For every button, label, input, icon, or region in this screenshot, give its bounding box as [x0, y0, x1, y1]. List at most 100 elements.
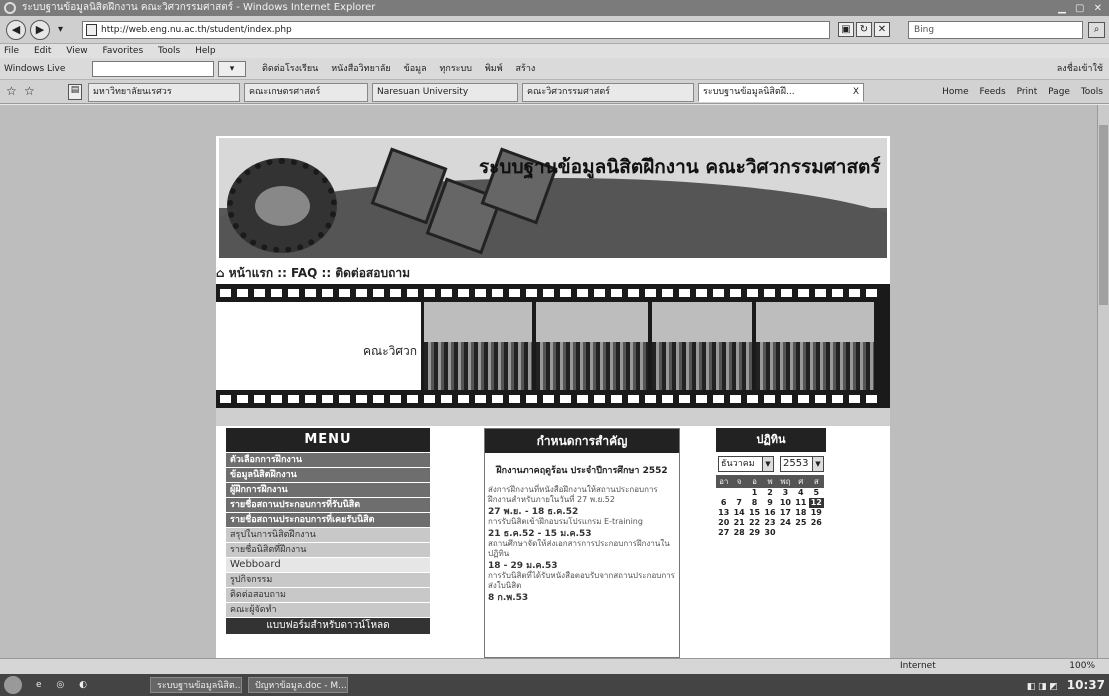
start-button[interactable]: [4, 676, 22, 694]
weekday-header: อ: [746, 475, 763, 488]
live-search-button[interactable]: ▾: [218, 61, 246, 77]
nav-home-link[interactable]: หน้าแรก: [229, 266, 273, 280]
favorites-center-icon[interactable]: ☆: [6, 84, 17, 98]
menu-item[interactable]: รูปกิจกรรม: [226, 573, 430, 587]
month-select[interactable]: ธันวาคม ▼: [718, 456, 774, 472]
menu-view[interactable]: View: [66, 46, 87, 56]
calendar-day[interactable]: 23: [762, 518, 777, 528]
calendar-day[interactable]: 15: [747, 508, 762, 518]
calendar-day[interactable]: 19: [809, 508, 824, 518]
toolbar-link[interactable]: ติดต่อโรงเรียน: [262, 64, 318, 74]
tab-item[interactable]: มหาวิทยาลัยนเรศวร: [88, 83, 240, 102]
search-icon[interactable]: ⌕: [1088, 22, 1105, 38]
menu-item[interactable]: ตัวเลือกการฝึกงาน: [226, 453, 430, 467]
toolbar-link[interactable]: ทุกระบบ: [439, 64, 471, 74]
ie-logo-icon: [4, 2, 16, 14]
calendar-day[interactable]: 4: [793, 488, 808, 498]
menu-tools[interactable]: Tools: [158, 46, 180, 56]
menu-item[interactable]: ผู้ฝึกการฝึกงาน: [226, 483, 430, 497]
calendar-day[interactable]: 13: [716, 508, 731, 518]
calendar-day[interactable]: 2: [762, 488, 777, 498]
menu-favorites[interactable]: Favorites: [102, 46, 143, 56]
home-button[interactable]: Home: [942, 87, 969, 97]
close-tab-icon[interactable]: X: [853, 84, 859, 101]
calendar-day[interactable]: 1: [747, 488, 762, 498]
menu-item[interactable]: รายชื่อสถานประกอบการที่เคยรับนิสิต: [226, 513, 430, 527]
vertical-scrollbar[interactable]: [1097, 105, 1109, 658]
compat-view-icon[interactable]: ▣: [838, 22, 854, 37]
taskbar-button[interactable]: ระบบฐานข้อมูลนิสิต...: [150, 677, 242, 693]
window-controls[interactable]: ▁ ▢ ✕: [1058, 1, 1105, 16]
refresh-button[interactable]: ↻: [856, 22, 872, 37]
windows-live-label[interactable]: Windows Live: [4, 58, 65, 80]
calendar-day[interactable]: 6: [716, 498, 731, 508]
tab-item-active[interactable]: ระบบฐานข้อมูลนิสิตฝึ... X: [698, 83, 864, 102]
calendar-day[interactable]: 14: [731, 508, 746, 518]
url-input[interactable]: http://web.eng.nu.ac.th/student/index.ph…: [82, 21, 830, 39]
calendar-day[interactable]: 27: [716, 528, 731, 538]
calendar-day[interactable]: 29: [747, 528, 762, 538]
taskbar-button[interactable]: ปัญหาข้อมูล.doc - M...: [248, 677, 348, 693]
quick-tabs-icon[interactable]: ▤: [68, 84, 82, 100]
calendar-day[interactable]: 25: [793, 518, 808, 528]
tray-icons[interactable]: ◧ ◨ ◩: [1027, 682, 1058, 692]
menu-item[interactable]: ติดต่อสอบถาม: [226, 588, 430, 602]
calendar-day[interactable]: 26: [809, 518, 824, 528]
menu-item[interactable]: สรุปในการนิสิตฝึกงาน: [226, 528, 430, 542]
chevron-down-icon[interactable]: ▼: [762, 457, 773, 471]
calendar-day[interactable]: 10: [778, 498, 793, 508]
calendar-day[interactable]: 28: [731, 528, 746, 538]
zoom-level[interactable]: 100%: [1069, 659, 1095, 674]
scroll-thumb[interactable]: [1099, 125, 1108, 305]
calendar-day[interactable]: 8: [747, 498, 762, 508]
toolbar-link[interactable]: สร้าง: [516, 64, 536, 74]
calendar-day[interactable]: 3: [778, 488, 793, 498]
calendar-day[interactable]: 16: [762, 508, 777, 518]
menu-item[interactable]: ข้อมูลนิสิตฝึกงาน: [226, 468, 430, 482]
calendar-day[interactable]: 21: [731, 518, 746, 528]
calendar-day[interactable]: 5: [809, 488, 824, 498]
tab-item[interactable]: คณะวิศวกรรมศาสตร์: [522, 83, 694, 102]
calendar-day[interactable]: 22: [747, 518, 762, 528]
back-button[interactable]: ◀: [6, 20, 26, 40]
add-favorite-icon[interactable]: ☆: [24, 84, 35, 98]
menu-item[interactable]: รายชื่อสถานประกอบการที่รับนิสิต: [226, 498, 430, 512]
calendar-day[interactable]: 20: [716, 518, 731, 528]
toolbar-link[interactable]: หนังสือวิทยาลัย: [331, 64, 390, 74]
sign-in-link[interactable]: ลงชื่อเข้าใช้: [1057, 58, 1103, 80]
film-photo: [424, 302, 532, 390]
calendar-day[interactable]: 30: [762, 528, 777, 538]
tools-menu-button[interactable]: Tools: [1081, 87, 1103, 97]
menu-file[interactable]: File: [4, 46, 19, 56]
page-menu-button[interactable]: Page: [1048, 87, 1070, 97]
calendar-day[interactable]: 9: [762, 498, 777, 508]
menu-item-webboard[interactable]: Webboard: [226, 558, 430, 572]
tab-item[interactable]: Naresuan University: [372, 83, 518, 102]
print-button[interactable]: Print: [1017, 87, 1038, 97]
quick-launch[interactable]: e ◎ ◐: [36, 674, 93, 696]
toolbar-link[interactable]: พิมพ์: [485, 64, 503, 74]
toolbar-link[interactable]: ข้อมูล: [404, 64, 427, 74]
search-input[interactable]: Bing: [908, 21, 1083, 39]
stop-button[interactable]: ✕: [874, 22, 890, 37]
download-forms-header[interactable]: แบบฟอร์มสำหรับดาวน์โหลด: [226, 618, 430, 634]
calendar-day[interactable]: 11: [793, 498, 808, 508]
nav-contact-link[interactable]: ติดต่อสอบถาม: [335, 266, 410, 280]
year-select[interactable]: 2553 ▼: [780, 456, 824, 472]
menu-help[interactable]: Help: [195, 46, 216, 56]
nav-faq-link[interactable]: FAQ: [291, 266, 317, 280]
forward-button[interactable]: ▶: [30, 20, 50, 40]
chevron-down-icon[interactable]: ▼: [812, 457, 823, 471]
live-search-input[interactable]: [92, 61, 214, 77]
calendar-day-today[interactable]: 12: [808, 498, 824, 508]
menu-edit[interactable]: Edit: [34, 46, 51, 56]
calendar-day[interactable]: 18: [793, 508, 808, 518]
calendar-day[interactable]: 17: [778, 508, 793, 518]
calendar-day[interactable]: 7: [731, 498, 746, 508]
menu-item[interactable]: คณะผู้จัดทำ: [226, 603, 430, 617]
feeds-button[interactable]: Feeds: [980, 87, 1006, 97]
menu-item[interactable]: รายชื่อนิสิตที่ฝึกงาน: [226, 543, 430, 557]
calendar-day[interactable]: 24: [778, 518, 793, 528]
history-dropdown-icon[interactable]: ▾: [58, 24, 63, 35]
tab-item[interactable]: คณะเกษตรศาสตร์: [244, 83, 368, 102]
